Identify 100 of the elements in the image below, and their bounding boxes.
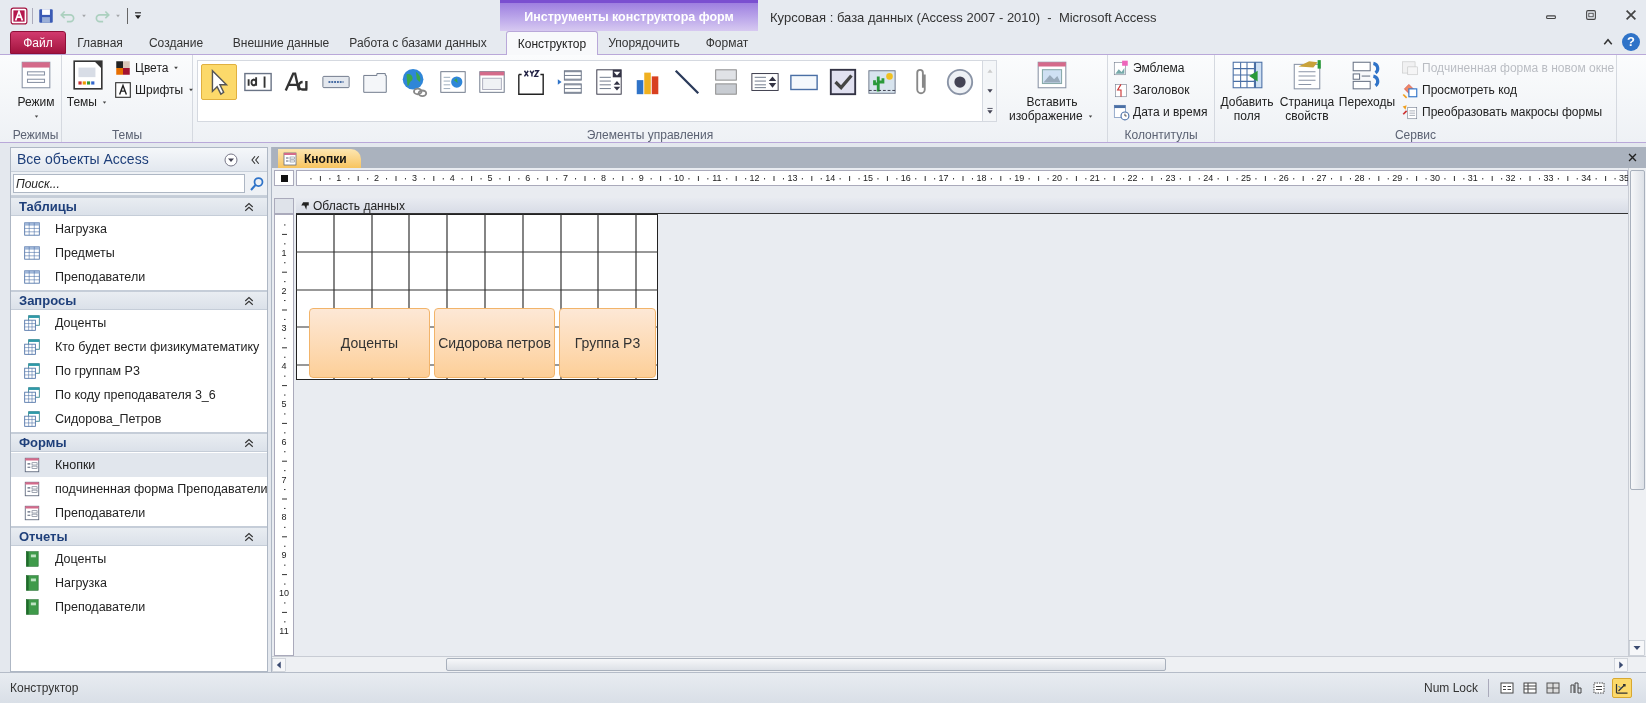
dropdown-circle-icon[interactable]	[223, 151, 239, 168]
nav-item[interactable]: Предметы	[11, 241, 267, 265]
ruler-number: 6	[525, 172, 531, 184]
ruler-number: 22	[1127, 172, 1138, 184]
maximize-icon[interactable]	[1584, 8, 1598, 22]
group-label: Темы	[110, 127, 144, 142]
nav-group-header[interactable]: Формы	[11, 432, 267, 452]
nav-item[interactable]: По коду преподавателя 3_6	[11, 383, 267, 407]
nav-item[interactable]: Кто будет вести физикуматематику	[11, 335, 267, 359]
nav-item[interactable]: Преподаватели	[11, 501, 267, 525]
ribbon-button[interactable]: Дата и время	[1112, 102, 1208, 122]
nav-group-header[interactable]: Таблицы	[11, 196, 267, 216]
search-icon[interactable]	[249, 175, 265, 192]
scroll-down-icon[interactable]	[1629, 640, 1645, 656]
collapse-chevrons-icon	[243, 436, 255, 449]
nav-item[interactable]: Преподаватели	[11, 595, 267, 619]
close-icon[interactable]	[1627, 152, 1638, 163]
group-label: Режимы	[11, 127, 60, 142]
ribbon-tab[interactable]: Формат	[690, 31, 764, 54]
ribbon-button[interactable]: Вставить изображение	[1009, 58, 1095, 123]
themes-icon	[71, 58, 105, 92]
scroll-left-icon[interactable]	[272, 657, 286, 672]
ribbon-button[interactable]: Цвета	[114, 58, 197, 78]
form-command-button[interactable]: Доценты	[309, 308, 430, 378]
ruler-number: 5	[487, 172, 493, 184]
nav-item[interactable]: Доценты	[11, 311, 267, 335]
line-tool-icon	[672, 67, 702, 97]
ribbon-button[interactable]: Добавить поля	[1219, 58, 1275, 123]
form-icon	[282, 150, 298, 167]
nav-item[interactable]: подчиненная форма Преподаватели	[11, 477, 267, 501]
nav-item[interactable]: Нагрузка	[11, 571, 267, 595]
report-book-icon	[23, 574, 41, 592]
calendar-clock-icon	[1112, 103, 1130, 121]
ribbon-button[interactable]: Переходы	[1339, 58, 1395, 109]
nav-item[interactable]: По группам Р3	[11, 359, 267, 383]
control-tool-button[interactable]	[201, 64, 237, 100]
ribbon-tab[interactable]: Создание	[134, 31, 218, 54]
nav-item[interactable]: Доценты	[11, 547, 267, 571]
ruler-number: 2	[374, 172, 380, 184]
section-bar[interactable]: Область данных	[296, 198, 1628, 214]
code-shapes-icon	[1401, 81, 1419, 99]
ribbon-button[interactable]: Заголовок	[1112, 80, 1208, 100]
ribbon-tab[interactable]: Конструктор	[506, 31, 598, 55]
scrollbar-thumb[interactable]	[446, 658, 1166, 671]
status-text: Конструктор	[10, 680, 80, 697]
ribbon-tab[interactable]: Внешние данные	[218, 31, 344, 54]
nav-group-header[interactable]: Отчеты	[11, 526, 267, 546]
ribbon-button[interactable]: Страница свойств	[1279, 58, 1335, 123]
form-command-button[interactable]: Группа Р3	[559, 308, 656, 378]
report-book-icon	[23, 598, 41, 616]
ruler-number: 19	[1014, 172, 1025, 184]
ruler-number: 9	[638, 172, 644, 184]
save-icon	[37, 6, 55, 25]
close-icon[interactable]	[1624, 8, 1638, 22]
ribbon-button[interactable]: Эмблема	[1112, 58, 1208, 78]
ribbon-tab[interactable]: Главная	[66, 31, 134, 54]
save-button[interactable]	[37, 6, 55, 25]
ribbon-button[interactable]: Преобразовать макросы формы	[1401, 102, 1615, 122]
ruler-number: 35	[1619, 172, 1628, 184]
ruler-number: 7	[563, 172, 569, 184]
document-tab[interactable]: Кнопки	[278, 149, 361, 168]
nav-item[interactable]: Кнопки	[11, 453, 267, 477]
scrollbar-thumb[interactable]	[1630, 170, 1645, 490]
nav-item[interactable]: Нагрузка	[11, 217, 267, 241]
search-field[interactable]: Поиск...	[13, 174, 245, 193]
ruler-number: 1	[336, 172, 342, 184]
nav-item[interactable]: Сидорова_Петров	[11, 407, 267, 431]
check-box-icon	[828, 67, 858, 97]
datasheet-view-icon	[1522, 680, 1538, 696]
help-button[interactable]: ?	[1622, 33, 1640, 51]
ribbon-tab[interactable]: Работа с базами данных	[344, 31, 492, 54]
ruler-number: 34	[1581, 172, 1592, 184]
group-label: Колонтитулы	[1123, 127, 1199, 142]
view-button[interactable]	[1612, 678, 1632, 698]
collapse-pane-icon[interactable]	[249, 153, 261, 166]
ribbon-button[interactable]: Режим	[14, 58, 58, 123]
ribbon-button[interactable]: Просмотреть код	[1401, 80, 1615, 100]
group-label: Сервис	[1393, 127, 1438, 142]
window-title: Курсовая : база данных (Access 2007 - 2010) - Microsoft Access	[770, 9, 1157, 27]
ruler-number: 26	[1278, 172, 1289, 184]
group-label: Элементы управления	[585, 127, 715, 142]
page-break-icon	[555, 67, 585, 97]
num-lock-indicator: Num Lock	[1413, 679, 1489, 697]
radio-button-icon	[945, 67, 975, 97]
nav-group-header[interactable]: Запросы	[11, 290, 267, 310]
nav-item[interactable]: Преподаватели	[11, 265, 267, 289]
ribbon-button[interactable]: Шрифты	[114, 80, 197, 100]
scroll-right-icon[interactable]	[1614, 657, 1628, 672]
ribbon-tab[interactable]: Упорядочить	[598, 31, 690, 54]
ruler-number: 20	[1052, 172, 1062, 184]
ribbon-button[interactable]: Темы	[66, 58, 110, 109]
form-selector[interactable]	[274, 170, 294, 186]
ruler-number: 17	[938, 172, 949, 184]
ribbon-tab[interactable]: Файл	[10, 31, 66, 54]
app-logo-icon	[10, 6, 28, 25]
ruler-number: 29	[1392, 172, 1403, 184]
pivot-chart-icon	[1568, 680, 1584, 696]
ruler-number: 33	[1543, 172, 1554, 184]
form-command-button[interactable]: Сидорова петров	[434, 308, 555, 378]
ruler-number: 16	[900, 172, 911, 184]
